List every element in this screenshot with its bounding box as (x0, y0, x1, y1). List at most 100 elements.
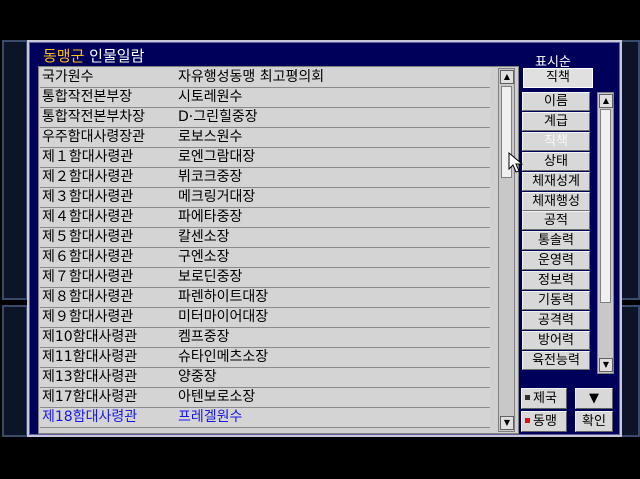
personnel-name: 보로딘중장 (178, 269, 243, 285)
sort-option-button[interactable]: 상태 (522, 151, 590, 171)
personnel-row[interactable]: 통합작전본부차장 D·그린힐중장 (40, 108, 490, 128)
sort-scrollbar[interactable]: ▲ ▼ (597, 92, 614, 374)
personnel-name: 슈타인메츠소장 (178, 349, 269, 365)
empire-label: 제국 (533, 391, 557, 406)
sort-option-button[interactable]: 이름 (522, 92, 590, 111)
personnel-role: 제18함대사령관 (42, 409, 138, 425)
personnel-row[interactable]: 우주함대사령장관 로보스원수 (40, 128, 490, 148)
sort-option-button[interactable]: 체재성계 (522, 171, 590, 191)
personnel-role: 제７함대사령관 (42, 269, 134, 285)
personnel-row[interactable]: 제２함대사령관 뷔코크중장 (40, 168, 490, 188)
personnel-name: 아텐보로소장 (178, 389, 256, 405)
personnel-name: 자유행성동맹 최고평의회 (178, 69, 325, 85)
personnel-role: 통합작전본부차장 (42, 109, 146, 125)
mouse-cursor-icon (508, 152, 524, 173)
personnel-role: 제10함대사령관 (42, 329, 138, 345)
sort-option-button[interactable]: 통솔력 (522, 231, 590, 251)
sort-option-button[interactable]: 체재행성 (522, 191, 590, 211)
personnel-role: 제17함대사령관 (42, 389, 138, 405)
personnel-role: 제２함대사령관 (42, 169, 134, 185)
personnel-role: 국가원수 (42, 69, 94, 85)
alliance-label: 동맹 (533, 414, 557, 429)
personnel-row[interactable]: 제１함대사령관 로엔그람대장 (40, 148, 490, 168)
window-title: 동맹군 인물일람 (43, 45, 144, 66)
background-panel-left-lower (2, 305, 28, 437)
background-panel-right-lower (620, 305, 640, 437)
personnel-role: 제３함대사령관 (42, 189, 134, 205)
personnel-row[interactable]: 제５함대사령관 칼센소장 (40, 228, 490, 248)
personnel-name: 구엔소장 (178, 249, 230, 265)
personnel-role: 제８함대사령관 (42, 289, 134, 305)
personnel-name: 칼센소장 (178, 229, 230, 245)
personnel-role: 우주함대사령장관 (42, 129, 146, 145)
personnel-row[interactable]: 제17함대사령관 아텐보로소장 (40, 388, 490, 408)
personnel-role: 제11함대사령관 (42, 349, 138, 365)
personnel-role: 제13함대사령관 (42, 369, 138, 385)
triangle-down-icon: ▼ (589, 391, 599, 406)
personnel-row[interactable]: 제18함대사령관 프레겔원수 (40, 408, 490, 428)
sort-option-button[interactable]: 공적 (522, 211, 590, 231)
personnel-list-window: 동맹군 인물일람 국가원수 자유행성동맹 최고평의회 통합작전본부장 시토레원수 통합작… (27, 40, 622, 437)
personnel-name: 메크링거대장 (178, 189, 256, 205)
empire-indicator-icon (525, 395, 530, 400)
personnel-role: 제１함대사령관 (42, 149, 134, 165)
sort-option-button[interactable]: 운영력 (522, 251, 590, 271)
personnel-list[interactable]: 국가원수 자유행성동맹 최고평의회통합작전본부장 시토레원수통합작전본부차장 D·그린… (38, 66, 519, 434)
personnel-row[interactable]: 제９함대사령관 미터마이어대장 (40, 308, 490, 328)
list-scroll-up-button[interactable]: ▲ (500, 70, 514, 84)
personnel-row[interactable]: 국가원수 자유행성동맹 최고평의회 (40, 68, 490, 88)
sort-option-button[interactable]: 정보력 (522, 271, 590, 291)
sort-scroll-thumb[interactable] (600, 109, 611, 303)
background-panel-left (2, 40, 28, 300)
confirm-label: 확인 (582, 414, 606, 429)
sort-options-panel: 이름 계급 직책 상태 체재성계 체재행성 공적 통솔력 운영력 정보력 기동력 공격력 방어력 육전능력… (522, 92, 615, 374)
scroll-down-icon: ▼ (602, 360, 610, 369)
sort-option-button[interactable]: 방어력 (522, 330, 590, 350)
personnel-row[interactable]: 제10함대사령관 켐프중장 (40, 328, 490, 348)
sort-option-button[interactable]: 공격력 (522, 310, 590, 330)
title-faction: 동맹군 (43, 47, 85, 65)
personnel-row[interactable]: 제４함대사령관 파에타중장 (40, 208, 490, 228)
personnel-row[interactable]: 제８함대사령관 파렌하이트대장 (40, 288, 490, 308)
personnel-name: D·그린힐중장 (178, 109, 258, 125)
background-panel-right (620, 40, 640, 300)
personnel-row[interactable]: 제６함대사령관 구엔소장 (40, 248, 490, 268)
confirm-button[interactable]: 확인 (575, 411, 613, 432)
next-page-button[interactable]: ▼ (575, 388, 613, 409)
scroll-up-icon: ▲ (602, 96, 610, 105)
personnel-row[interactable]: 제３함대사령관 메크링거대장 (40, 188, 490, 208)
sort-option-button[interactable]: 직책 (522, 131, 590, 151)
empire-toggle-button[interactable]: 제국 (521, 388, 567, 409)
sort-scroll-up-button[interactable]: ▲ (599, 94, 613, 108)
personnel-role: 제４함대사령관 (42, 209, 134, 225)
personnel-name: 시토레원수 (178, 89, 243, 105)
personnel-name: 로엔그람대장 (178, 149, 256, 165)
sort-option-button[interactable]: 기동력 (522, 291, 590, 310)
sort-option-button[interactable]: 육전능력 (522, 350, 590, 370)
personnel-role: 제６함대사령관 (42, 249, 134, 265)
alliance-toggle-button[interactable]: 동맹 (521, 411, 567, 432)
sort-option-button[interactable]: 계급 (522, 111, 590, 131)
personnel-name: 켐프중장 (178, 329, 230, 345)
personnel-role: 제５함대사령관 (42, 229, 134, 245)
personnel-name: 파에타중장 (178, 209, 243, 225)
personnel-row[interactable]: 통합작전본부장 시토레원수 (40, 88, 490, 108)
personnel-name: 파렌하이트대장 (178, 289, 269, 305)
sort-scroll-down-button[interactable]: ▼ (599, 358, 613, 372)
personnel-name: 프레겔원수 (178, 409, 243, 425)
scroll-up-icon: ▲ (503, 72, 511, 81)
personnel-name: 미터마이어대장 (178, 309, 269, 325)
alliance-indicator-icon (525, 418, 530, 423)
personnel-name: 양중장 (178, 369, 217, 385)
list-scroll-down-button[interactable]: ▼ (500, 416, 514, 430)
title-text: 인물일람 (84, 47, 145, 65)
personnel-name: 뷔코크중장 (178, 169, 243, 185)
personnel-row[interactable]: 제13함대사령관 양중장 (40, 368, 490, 388)
personnel-role: 통합작전본부장 (42, 89, 133, 105)
list-scrollbar[interactable]: ▲ ▼ (498, 68, 515, 432)
scroll-down-icon: ▼ (503, 418, 511, 427)
personnel-row[interactable]: 제７함대사령관 보로딘중장 (40, 268, 490, 288)
personnel-name: 로보스원수 (178, 129, 243, 145)
current-sort-value: 직책 (523, 68, 593, 88)
personnel-row[interactable]: 제11함대사령관 슈타인메츠소장 (40, 348, 490, 368)
